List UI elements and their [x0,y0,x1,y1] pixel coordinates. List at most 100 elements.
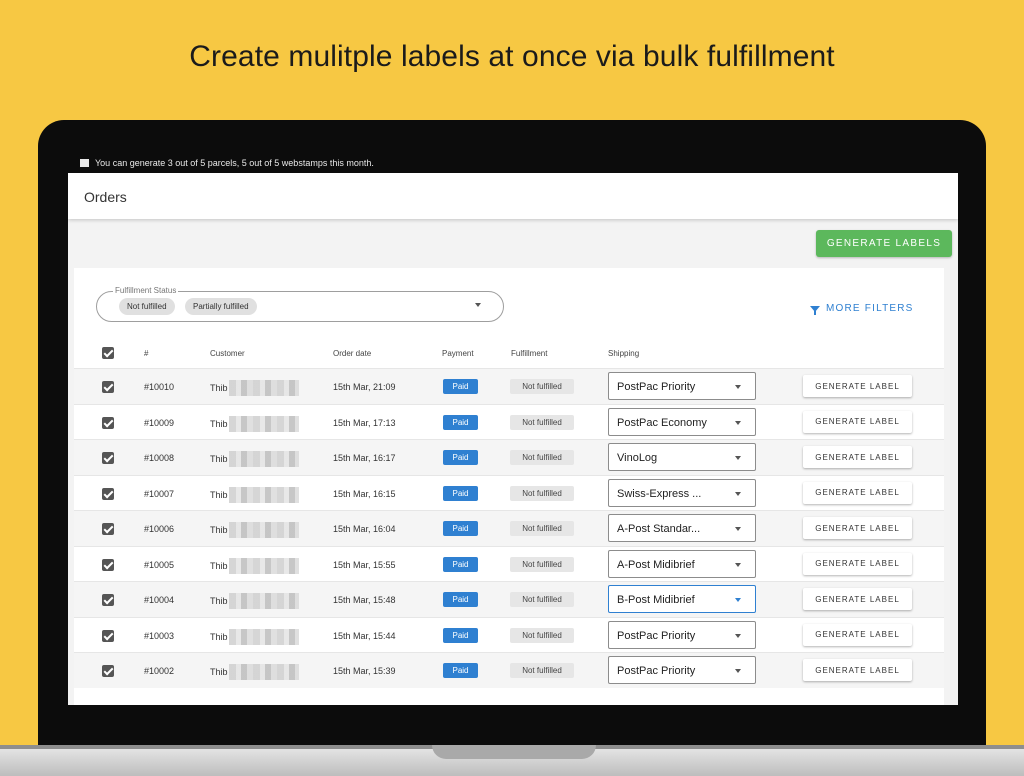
order-number: #10010 [144,382,175,392]
app-screen: Orders GENERATE LABELS Fulfillment Statu… [68,173,958,705]
redacted-customer [228,557,299,574]
shipping-select[interactable]: PostPac Priority [608,372,756,400]
column-header-payment: Payment [442,349,474,358]
fulfillment-badge: Not fulfilled [510,485,574,501]
order-date: 15th Mar, 15:48 [333,595,396,605]
shipping-select[interactable]: B-Post Midibrief [608,585,756,613]
customer-name: Thib [210,415,299,432]
fulfillment-badge: Not fulfilled [510,556,574,572]
redacted-customer [228,522,299,538]
table-row: #10002 Thib 15th Mar, 15:39 Paid Not fulfill… [74,652,944,688]
generate-label-button[interactable]: GENERATE LABEL [803,410,912,433]
payment-badge: Paid [443,521,478,536]
generate-label-button[interactable]: GENERATE LABEL [803,446,912,468]
shipping-select[interactable]: A-Post Standar... [608,514,756,542]
row-checkbox[interactable] [102,665,114,677]
generate-label-button[interactable]: GENERATE LABEL [803,659,912,681]
payment-badge: Paid [443,485,478,501]
filter-chip-partially-fulfilled[interactable]: Partially fulfilled [185,298,257,315]
row-checkbox[interactable] [102,523,114,535]
row-checkbox[interactable] [102,629,114,642]
fulfillment-status-filter[interactable]: Fulfillment Status Not fulfilled Partial… [96,286,504,322]
page-title: Orders [84,189,127,205]
row-checkbox[interactable] [102,381,114,393]
order-date: 15th Mar, 16:15 [333,488,396,499]
customer-name: Thib [210,380,299,396]
customer-name: Thib [210,451,299,467]
table-row: #10004 Thib 15th Mar, 15:48 Paid Not fulfill… [74,581,944,617]
dropdown-arrow-icon [735,598,741,602]
customer-name: Thib [210,486,299,503]
more-filters-label: MORE FILTERS [826,303,914,314]
shipping-value: PostPac Priority [617,629,696,642]
order-number: #10003 [144,630,175,641]
generate-label-button[interactable]: GENERATE LABEL [803,517,912,539]
shipping-select[interactable]: PostPac Priority [608,656,756,684]
dropdown-arrow-icon [735,456,741,460]
more-filters-button[interactable]: MORE FILTERS [810,303,914,315]
shipping-select[interactable]: Swiss-Express ... [608,478,756,507]
dropdown-arrow-icon [735,562,741,567]
column-header-shipping: Shipping [608,349,640,358]
shipping-select[interactable]: PostPac Priority [608,620,756,649]
payment-badge: Paid [443,414,478,430]
redacted-customer [228,415,299,432]
row-checkbox[interactable] [102,558,114,571]
order-date: 15th Mar, 16:04 [333,524,396,534]
column-header-order-date: Order date [333,349,372,358]
order-number: #10002 [144,666,175,676]
payment-badge: Paid [443,379,478,394]
fulfillment-badge: Not fulfilled [510,627,574,643]
table-row: #10003 Thib 15th Mar, 15:44 Paid Not fulfill… [74,616,944,653]
generate-labels-button[interactable]: GENERATE LABELS [816,230,952,257]
row-checkbox[interactable] [102,416,114,429]
customer-name: Thib [210,557,299,574]
generate-label-button[interactable]: GENERATE LABEL [803,623,912,646]
row-checkbox[interactable] [102,594,114,606]
headline: Create mulitple labels at once via bulk … [189,40,835,73]
fulfillment-badge: Not fulfilled [510,379,574,394]
customer-name: Thib [210,628,299,645]
payment-badge: Paid [443,450,478,465]
checkbox-checked-icon [102,347,114,359]
shipping-select[interactable]: A-Post Midibrief [608,549,756,578]
shipping-select[interactable]: VinoLog [608,443,756,471]
redacted-customer [228,628,299,645]
shipping-select[interactable]: PostPac Economy [608,407,756,436]
laptop-notch [432,745,596,759]
payment-badge: Paid [443,556,478,572]
generate-label-button[interactable]: GENERATE LABEL [803,481,912,504]
order-date: 15th Mar, 15:39 [333,666,396,676]
dropdown-arrow-icon [735,420,741,425]
shipping-value: A-Post Standar... [617,523,701,535]
filter-chip-not-fulfilled[interactable]: Not fulfilled [119,298,175,315]
customer-name: Thib [210,664,299,680]
fulfillment-badge: Not fulfilled [510,521,574,536]
row-checkbox[interactable] [102,487,114,500]
usage-notice: You can generate 3 out of 5 parcels, 5 o… [80,158,374,168]
generate-label-button[interactable]: GENERATE LABEL [803,552,912,575]
column-header-fulfillment: Fulfillment [511,349,548,358]
shipping-value: B-Post Midibrief [617,594,695,606]
order-number: #10004 [144,595,175,605]
row-checkbox[interactable] [102,452,114,464]
fulfillment-badge: Not fulfilled [510,663,574,678]
table-row: #10006 Thib 15th Mar, 16:04 Paid Not fulfill… [74,510,944,546]
shipping-value: A-Post Midibrief [617,558,695,571]
page-header: Orders [68,173,958,219]
redacted-customer [228,664,299,680]
generate-label-button[interactable]: GENERATE LABEL [803,588,912,610]
fulfillment-badge: Not fulfilled [510,414,574,430]
order-date: 15th Mar, 16:17 [333,453,396,463]
payment-badge: Paid [443,592,478,607]
shipping-value: VinoLog [617,452,658,464]
dropdown-arrow-icon [735,633,741,638]
shipping-value: PostPac Priority [617,665,696,677]
order-date: 15th Mar, 17:13 [333,417,396,428]
dropdown-arrow-icon [735,491,741,496]
chevron-down-icon[interactable] [475,303,481,307]
order-date: 15th Mar, 15:44 [333,630,396,641]
order-date: 15th Mar, 21:09 [333,382,396,392]
generate-label-button[interactable]: GENERATE LABEL [803,375,912,397]
redacted-customer [228,380,299,396]
